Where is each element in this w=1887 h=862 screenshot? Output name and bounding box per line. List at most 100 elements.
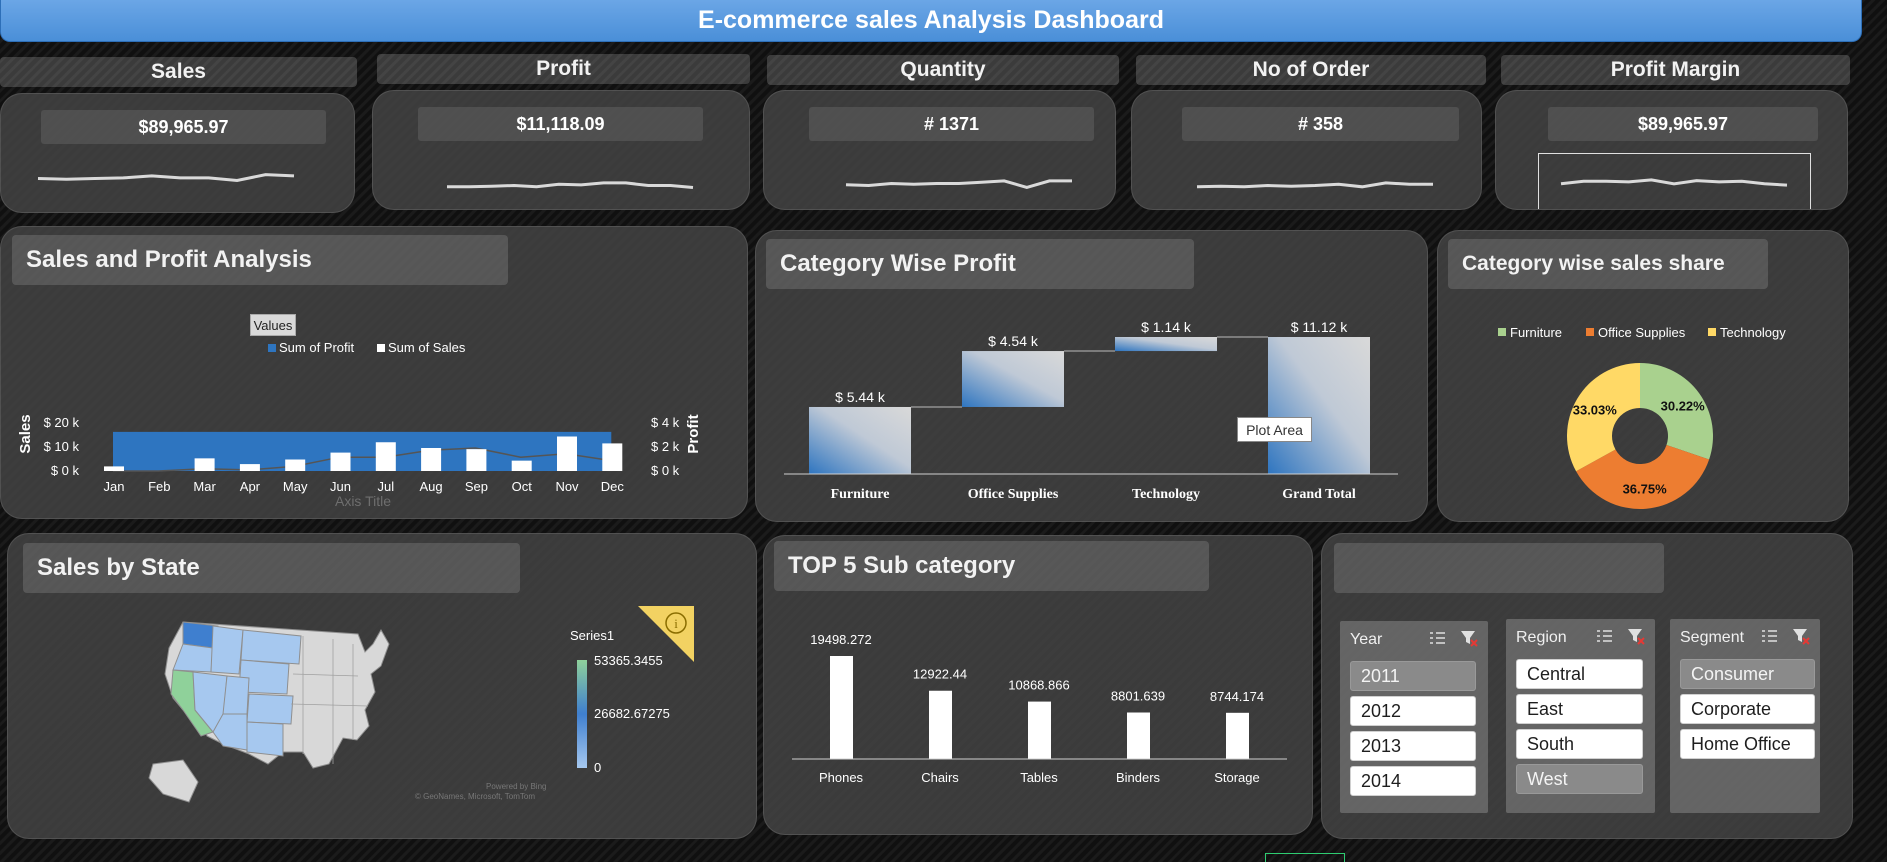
top5-category-label: Chairs — [921, 770, 959, 785]
kpi-card-orders[interactable]: # 358 — [1131, 90, 1482, 210]
slicer-segment-label: Segment — [1680, 629, 1745, 646]
clear-filter-icon[interactable] — [1792, 627, 1810, 645]
waterfall-category-label: Grand Total — [1282, 487, 1356, 502]
profit-area — [113, 431, 612, 471]
category-profit-panel[interactable]: Category Wise Profit $ 5.44 k Furniture $ … — [755, 230, 1428, 522]
x-tick-label: Jul — [377, 479, 394, 494]
kpi-card-profit-margin[interactable]: $89,965.97 — [1495, 90, 1848, 210]
sparkline-selection-frame[interactable] — [1538, 153, 1811, 209]
clear-filter-icon[interactable] — [1627, 627, 1645, 645]
top5-category-label: Tables — [1020, 770, 1058, 785]
kpi-card-profit[interactable]: $11,118.09 — [372, 90, 750, 210]
slicer-region[interactable]: Region Central East South West — [1506, 619, 1655, 813]
slicer-year-item[interactable]: 2012 — [1350, 696, 1476, 726]
x-tick-label: Nov — [555, 479, 579, 494]
x-tick-label: Dec — [601, 479, 625, 494]
multi-select-icon[interactable] — [1760, 627, 1778, 645]
state-map-panel[interactable]: Sales by State Series1 53365.3455 26682.… — [7, 533, 757, 839]
x-tick-label: May — [283, 479, 308, 494]
state-montana[interactable] — [240, 629, 302, 665]
slicer-segment-item[interactable]: Home Office — [1680, 729, 1815, 759]
state-new-mexico[interactable] — [246, 721, 284, 757]
svg-text:i: i — [674, 616, 678, 631]
sparkline-profit — [447, 181, 694, 189]
pie-legend-label: Office Supplies — [1598, 325, 1686, 340]
top5-bar — [1028, 701, 1051, 759]
sales-bar — [285, 459, 306, 471]
waterfall-value-label: $ 1.14 k — [1141, 319, 1192, 335]
kpi-label-sales: Sales — [0, 57, 357, 87]
sales-bar — [421, 448, 442, 471]
slicer-year-item[interactable]: 2011 — [1350, 661, 1476, 691]
sparkline-quantity — [845, 179, 1072, 189]
kpi-label-profit: Profit — [377, 54, 750, 84]
sales-bar — [511, 460, 532, 471]
info-icon[interactable]: i — [638, 606, 694, 662]
top5-panel[interactable]: TOP 5 Sub category 19498.272 Phones 12922.… — [763, 535, 1313, 835]
map-legend-scale — [577, 660, 587, 768]
waterfall-bar — [809, 406, 911, 474]
legend-sales-label: Sum of Sales — [388, 340, 466, 355]
category-share-panel[interactable]: Category wise sales share Furniture Offic… — [1437, 230, 1849, 522]
sales-bar — [557, 436, 577, 471]
kpi-label-profit-margin: Profit Margin — [1501, 55, 1850, 85]
slicer-segment-item[interactable]: Consumer — [1680, 659, 1815, 689]
sparkline-profit-margin — [1560, 178, 1788, 187]
waterfall-value-label: $ 4.54 k — [988, 333, 1039, 349]
legend-profit-label: Sum of Profit — [279, 340, 355, 355]
slicer-region-item[interactable]: South — [1516, 729, 1643, 759]
selected-cell-outline[interactable] — [1265, 853, 1345, 862]
y-axis-label-sales: Sales — [17, 414, 34, 453]
kpi-card-sales[interactable]: $89,965.97 — [0, 93, 355, 213]
multi-select-icon[interactable] — [1428, 629, 1446, 647]
state-colorado[interactable] — [246, 693, 294, 725]
map-legend-title: Series1 — [570, 628, 615, 643]
top5-value-label: 12922.44 — [913, 667, 967, 682]
slicer-region-item[interactable]: Central — [1516, 659, 1643, 689]
x-tick-label: Jun — [330, 479, 351, 494]
map-attribution-bing: Powered by Bing — [486, 782, 547, 791]
panel-title-sales-profit: Sales and Profit Analysis — [12, 235, 508, 285]
kpi-value-profit: $11,118.09 — [418, 107, 703, 141]
top5-bar — [830, 656, 853, 759]
multi-select-icon[interactable] — [1595, 627, 1613, 645]
slicer-year-item[interactable]: 2014 — [1350, 766, 1476, 796]
top5-category-label: Storage — [1214, 770, 1260, 785]
slicer-segment-item[interactable]: Corporate — [1680, 694, 1815, 724]
top5-value-label: 8801.639 — [1111, 689, 1165, 704]
sales-profit-panel[interactable]: Sales and Profit Analysis Values Sum of … — [0, 226, 748, 519]
slicer-year[interactable]: Year 2011 2012 2013 2014 — [1340, 621, 1488, 813]
sales-bar — [466, 449, 487, 471]
x-tick-label: Mar — [193, 479, 216, 494]
clear-filter-icon[interactable] — [1460, 629, 1478, 647]
slicer-year-item[interactable]: 2013 — [1350, 731, 1476, 761]
top5-value-label: 19498.272 — [810, 632, 871, 647]
kpi-card-quantity[interactable]: # 1371 — [763, 90, 1116, 210]
sales-bar — [602, 443, 623, 471]
waterfall-value-label: $ 5.44 k — [835, 389, 886, 405]
us-map[interactable] — [143, 614, 453, 814]
x-tick-label: Aug — [420, 479, 443, 494]
kpi-label-quantity: Quantity — [767, 55, 1119, 85]
pie-value-label: 36.75% — [1623, 481, 1668, 496]
top5-bar — [1127, 712, 1150, 759]
kpi-value-quantity: # 1371 — [809, 107, 1094, 141]
state-utah[interactable] — [222, 675, 250, 715]
x-tick-label: Feb — [148, 479, 170, 494]
top5-category-label: Binders — [1116, 770, 1161, 785]
slicer-region-item[interactable]: East — [1516, 694, 1643, 724]
pie-legend-swatch — [1586, 328, 1594, 336]
state-idaho[interactable] — [210, 625, 244, 675]
panel-title-state-map: Sales by State — [23, 543, 520, 593]
top5-bar — [1226, 712, 1249, 759]
slicer-region-item[interactable]: West — [1516, 764, 1643, 794]
slicer-panel-header — [1334, 543, 1664, 593]
state-alaska[interactable] — [148, 759, 199, 803]
slicer-region-label: Region — [1516, 629, 1567, 646]
pie-legend-label: Technology — [1720, 325, 1786, 340]
slicer-year-label: Year — [1350, 631, 1383, 648]
y2-tick-label: $ 4 k — [651, 415, 680, 430]
legend-sales: Sum of Sales — [377, 340, 466, 355]
sparkline-orders — [1196, 181, 1433, 189]
slicer-segment[interactable]: Segment Consumer Corporate Home Office — [1670, 619, 1820, 813]
